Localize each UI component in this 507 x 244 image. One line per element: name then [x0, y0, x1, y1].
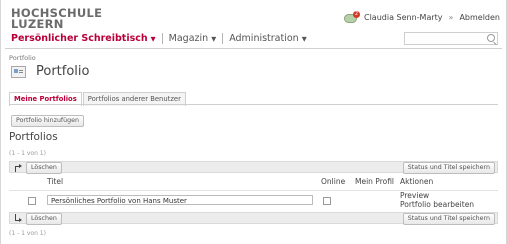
column-header-actions: Aktionen: [400, 177, 434, 186]
add-portfolio-button[interactable]: Portfolio hinzufügen: [11, 115, 85, 127]
header-divider: [5, 48, 502, 49]
nav-item-label: Magazin: [168, 33, 209, 44]
delete-button-top[interactable]: Löschen: [26, 162, 62, 174]
user-name[interactable]: Claudia Senn-Marty: [364, 13, 443, 22]
logo: HOCHSCHULE LUZERN: [11, 7, 102, 31]
user-area: 2 Claudia Senn-Marty » Abmelden: [344, 11, 500, 23]
section-title: Portfolios: [9, 131, 58, 143]
pager-bottom: (1 - 1 von 1): [9, 230, 46, 237]
logo-line-2: LUZERN: [11, 17, 64, 31]
save-status-title-button-bottom[interactable]: Status und Titel speichern: [402, 213, 495, 225]
select-down-arrow-icon: [14, 214, 22, 222]
table-row: Persönliches Portfolio von Hans Muster P…: [9, 190, 498, 213]
nav-item-personal-desk[interactable]: Persönlicher Schreibtisch ▼: [9, 33, 160, 44]
nav-item-label: Persönlicher Schreibtisch: [11, 33, 148, 44]
nav-item-administration[interactable]: Administration ▼: [225, 33, 311, 44]
breadcrumb[interactable]: Portfolio: [9, 54, 36, 62]
edit-portfolio-link[interactable]: Portfolio bearbeiten: [400, 200, 474, 209]
page-title-row: Portfolio: [11, 64, 89, 79]
chevron-down-icon: ▼: [301, 34, 307, 43]
online-checkbox[interactable]: [323, 197, 331, 205]
nav-divider: [161, 33, 163, 44]
search-input[interactable]: [404, 32, 498, 45]
separator-icon: »: [448, 12, 454, 22]
chevron-down-icon: ▼: [211, 34, 217, 43]
column-header-my-profile[interactable]: Mein Profil: [355, 177, 394, 186]
page: HOCHSCHULE LUZERN 2 Claudia Senn-Marty »…: [0, 0, 507, 244]
row-select-checkbox[interactable]: [28, 197, 36, 205]
table-header: Titel Online Mein Profil Aktionen: [9, 177, 498, 189]
nav-divider: [222, 33, 224, 44]
select-up-arrow-icon: [14, 164, 22, 172]
tabs-divider: [9, 104, 498, 105]
nav-item-magazin[interactable]: Magazin ▼: [165, 33, 221, 44]
chevron-down-icon: ▼: [150, 34, 156, 43]
notification-chat-icon[interactable]: 2: [344, 11, 360, 23]
pager-top: (1 - 1 von 1): [9, 150, 46, 157]
delete-button-bottom[interactable]: Löschen: [26, 213, 62, 225]
column-header-online[interactable]: Online: [321, 177, 345, 186]
notification-badge: 2: [353, 11, 360, 18]
nav-item-label: Administration: [229, 33, 299, 44]
column-header-title[interactable]: Titel: [47, 177, 63, 186]
logout-link[interactable]: Abmelden: [459, 13, 500, 22]
main-nav: Persönlicher Schreibtisch ▼ Magazin ▼ Ad…: [9, 33, 311, 44]
portfolio-title-field[interactable]: Persönliches Portfolio von Hans Muster: [47, 195, 313, 205]
search-icon[interactable]: [487, 34, 495, 42]
portfolio-icon: [11, 65, 26, 78]
preview-link[interactable]: Preview: [400, 191, 429, 200]
save-status-title-button-top[interactable]: Status und Titel speichern: [402, 162, 495, 174]
page-title: Portfolio: [36, 64, 90, 79]
